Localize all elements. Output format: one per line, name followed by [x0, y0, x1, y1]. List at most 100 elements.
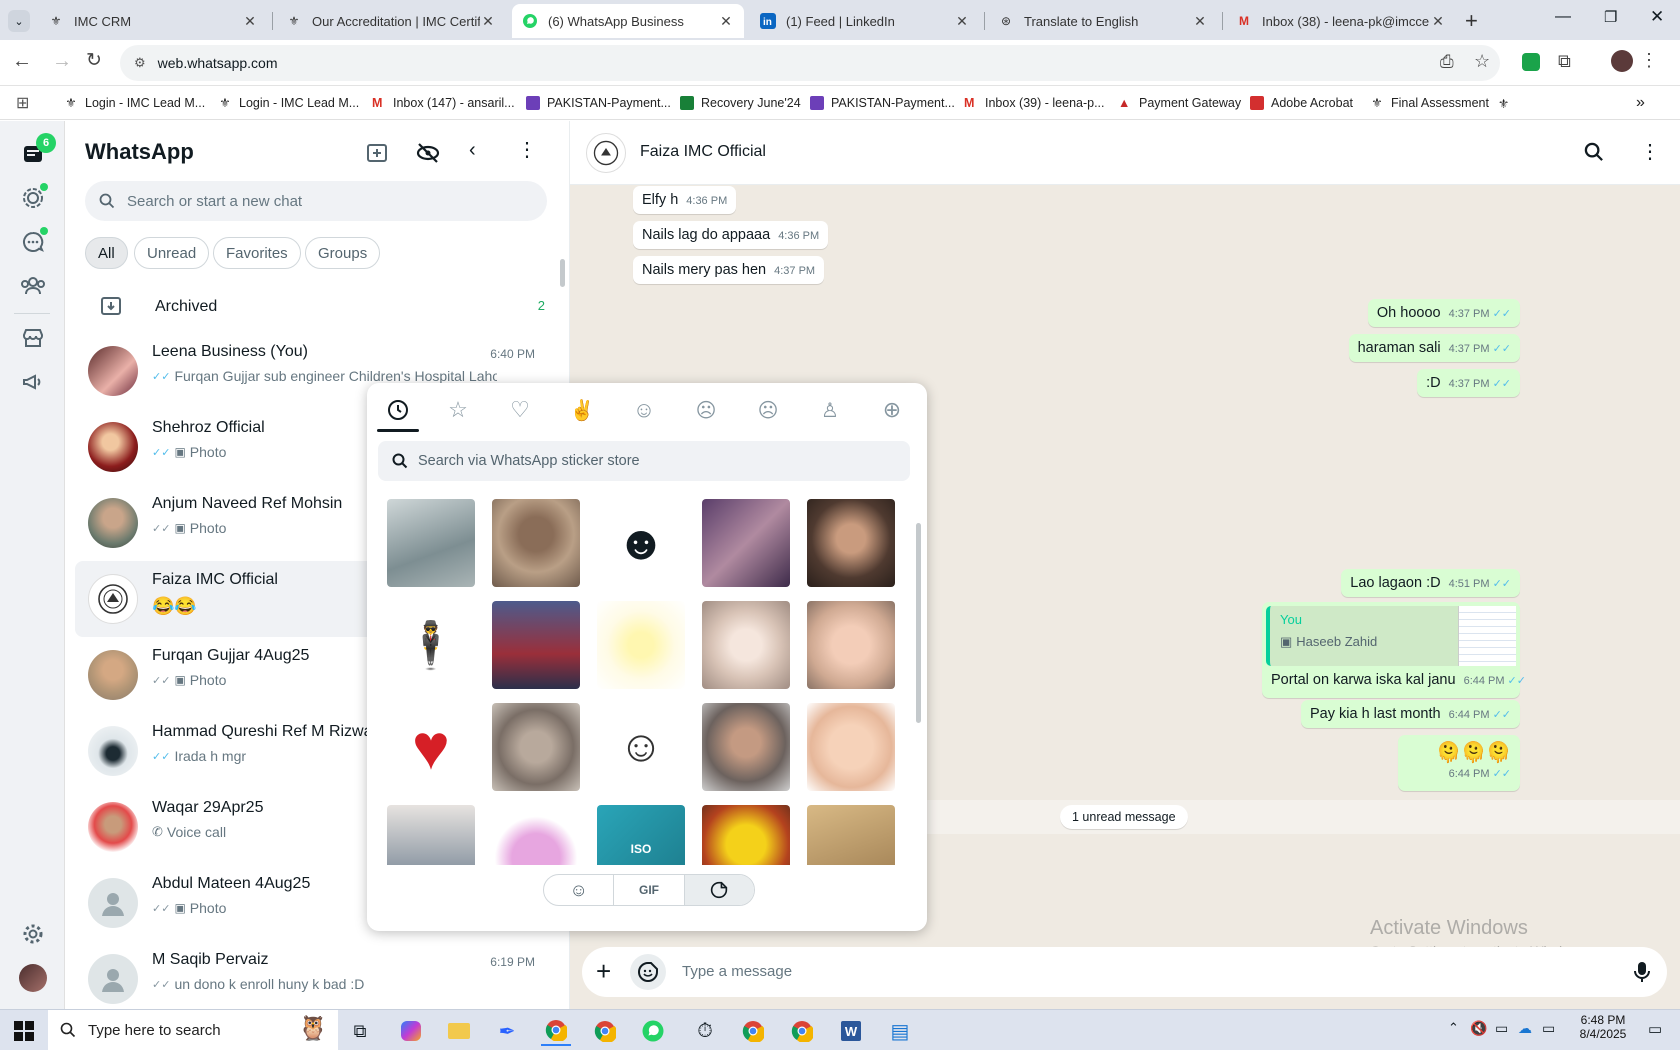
tab-translate[interactable]: ⊛ Translate to English ✕ [988, 4, 1218, 38]
tab-imc-crm[interactable]: ⚜ IMC CRM ✕ [38, 4, 268, 38]
word-icon[interactable]: W [836, 1016, 866, 1046]
sticker-item[interactable] [807, 601, 895, 689]
file-explorer-icon[interactable] [444, 1016, 474, 1046]
chrome-icon[interactable] [541, 1016, 571, 1046]
outgoing-message[interactable]: haraman sali 4:37 PM ✓✓ [1348, 334, 1520, 362]
message-input[interactable]: Type a message [682, 963, 792, 980]
bookmark-item[interactable]: ⚜ Login - IMC Lead M... [218, 86, 359, 120]
sticker-scrollbar[interactable] [916, 523, 921, 723]
collapse-chevron-left-icon[interactable]: ‹ [469, 139, 476, 162]
close-tab-icon[interactable]: ✕ [954, 13, 970, 30]
install-app-icon[interactable]: ⎙ [1440, 52, 1454, 72]
conversation-menu-icon[interactable]: ⋮ [1640, 139, 1660, 164]
task-view-icon[interactable]: ⧉ [345, 1016, 375, 1046]
whatsapp-app-icon[interactable] [638, 1016, 668, 1046]
tab-gmail-inbox[interactable]: M Inbox (38) - leena-pk@imccerti ✕ [1226, 4, 1456, 38]
bookmark-item[interactable]: M Inbox (39) - leena-p... [964, 86, 1105, 120]
tray-chevron-up-icon[interactable]: ⌃ [1448, 1020, 1459, 1036]
recent-clock-icon[interactable] [385, 397, 411, 423]
apps-grid-icon[interactable]: ⊞ [16, 86, 29, 120]
love-heart-icon[interactable]: ♡ [507, 397, 533, 423]
back-icon[interactable]: ← [12, 50, 32, 73]
favorites-star-icon[interactable]: ☆ [445, 397, 471, 423]
sticker-item[interactable] [387, 805, 475, 865]
angry-face-icon[interactable]: ☹ [693, 397, 719, 423]
chrome-work-icon[interactable] [738, 1016, 768, 1046]
chats-icon[interactable]: 6 [18, 133, 56, 169]
restore-window-icon[interactable]: ❐ [1604, 8, 1617, 26]
bookmark-item[interactable]: PAKISTAN-Payment... [810, 86, 955, 120]
extensions-puzzle-icon[interactable]: ⧉ [1558, 51, 1571, 72]
outgoing-message[interactable]: Oh hoooo 4:37 PM ✓✓ [1367, 299, 1520, 327]
chrome-alt-icon[interactable] [787, 1016, 817, 1046]
filter-unread[interactable]: Unread [134, 237, 210, 269]
bookmark-item[interactable]: ⚜ Final Assessment [1370, 86, 1489, 120]
communities-icon[interactable] [18, 271, 48, 301]
sticker-item[interactable] [807, 805, 895, 865]
sticker-item[interactable] [807, 499, 895, 587]
sticker-item[interactable]: ☺ [597, 703, 685, 791]
sticker-search-input[interactable]: Search via WhatsApp sticker store [378, 441, 910, 481]
lock-chats-eye-off-icon[interactable] [415, 141, 441, 170]
close-tab-icon[interactable]: ✕ [718, 13, 734, 30]
conversation-header[interactable]: Faiza IMC Official ⋮ [570, 121, 1680, 185]
sticker-item[interactable]: ♥ [387, 703, 475, 791]
tab-linkedin[interactable]: in (1) Feed | LinkedIn ✕ [750, 4, 980, 38]
speaker-muted-icon[interactable]: 🔇 [1470, 1020, 1487, 1037]
site-info-icon[interactable]: ⚙ [134, 55, 146, 71]
sticker-item[interactable] [492, 805, 580, 865]
close-tab-icon[interactable]: ✕ [480, 13, 496, 30]
settings-gear-icon[interactable] [18, 919, 48, 949]
chat-row-m-saqib[interactable]: M Saqib Pervaiz 6:19 PM ✓✓ un dono k enro… [75, 941, 545, 1009]
gif-tab[interactable]: GIF [614, 875, 685, 905]
sticker-item[interactable] [492, 499, 580, 587]
bookmark-item[interactable]: Recovery June'24 [680, 86, 801, 120]
outgoing-message[interactable]: :D 4:37 PM ✓✓ [1417, 369, 1520, 397]
bookmark-star-icon[interactable]: ☆ [1474, 51, 1490, 72]
incoming-message[interactable]: Elfy h 4:36 PM [633, 186, 737, 214]
address-bar[interactable]: ⚙ web.whatsapp.com [120, 45, 1500, 81]
activity-icon[interactable]: ♙ [817, 397, 843, 423]
close-tab-icon[interactable]: ✕ [242, 13, 258, 30]
filter-all[interactable]: All [85, 237, 128, 269]
emoji-tab-icon[interactable]: ☺ [544, 875, 615, 905]
status-icon[interactable] [18, 183, 48, 213]
sticker-item[interactable] [492, 601, 580, 689]
reload-icon[interactable]: ↻ [86, 49, 102, 72]
sticker-item[interactable] [702, 601, 790, 689]
network-icon[interactable]: ▭ [1542, 1020, 1555, 1037]
close-tab-icon[interactable]: ✕ [1192, 13, 1208, 30]
advertise-megaphone-icon[interactable] [18, 367, 48, 397]
clock-app-icon[interactable]: ⏱ [690, 1016, 720, 1046]
windows-start-icon[interactable] [14, 1021, 34, 1046]
bookmark-item[interactable]: ▲ Payment Gateway [1118, 86, 1241, 120]
sad-face-icon[interactable]: ☹ [755, 397, 781, 423]
sticker-button[interactable] [630, 954, 666, 990]
outgoing-message[interactable]: Pay kia h last month 6:44 PM ✓✓ [1301, 700, 1520, 728]
system-clock[interactable]: 6:48 PM 8/4/2025 [1568, 1013, 1638, 1041]
tab-accreditation[interactable]: ⚜ Our Accreditation | IMC Certific ✕ [276, 4, 506, 38]
contact-avatar[interactable] [586, 133, 626, 173]
bookmark-item[interactable]: PAKISTAN-Payment... [526, 86, 671, 120]
onedrive-cloud-icon[interactable]: ☁ [1518, 1020, 1532, 1037]
profile-avatar[interactable] [1611, 50, 1633, 72]
forward-icon[interactable]: → [52, 50, 72, 73]
minimize-window-icon[interactable]: — [1555, 8, 1571, 26]
quoted-message[interactable]: You ▣ Haseeb Zahid [1266, 606, 1516, 666]
sticker-item[interactable] [702, 703, 790, 791]
sticker-item[interactable] [702, 499, 790, 587]
sticker-item[interactable]: ISO [597, 805, 685, 865]
filter-favorites[interactable]: Favorites [213, 237, 301, 269]
add-sticker-plus-icon[interactable]: ⊕ [879, 397, 905, 423]
incoming-message[interactable]: Nails mery pas hen 4:37 PM [633, 256, 825, 284]
happy-face-icon[interactable]: ☺ [631, 397, 657, 423]
bookmark-item[interactable]: M Inbox (147) - ansaril... [372, 86, 515, 120]
sticker-item[interactable] [597, 601, 685, 689]
microphone-icon[interactable] [1632, 960, 1652, 984]
outgoing-emoji-message[interactable]: 🫠🫠🫠 6:44 PM ✓✓ [1398, 735, 1520, 791]
bookmark-item[interactable]: Adobe Acrobat [1250, 86, 1353, 120]
outgoing-reply-message[interactable]: You ▣ Haseeb Zahid Portal on karwa iska k… [1262, 602, 1526, 698]
catalog-store-icon[interactable] [18, 323, 48, 353]
notepad-icon[interactable]: ▤ [885, 1016, 915, 1046]
sticker-item[interactable]: 🕴 [387, 601, 475, 689]
